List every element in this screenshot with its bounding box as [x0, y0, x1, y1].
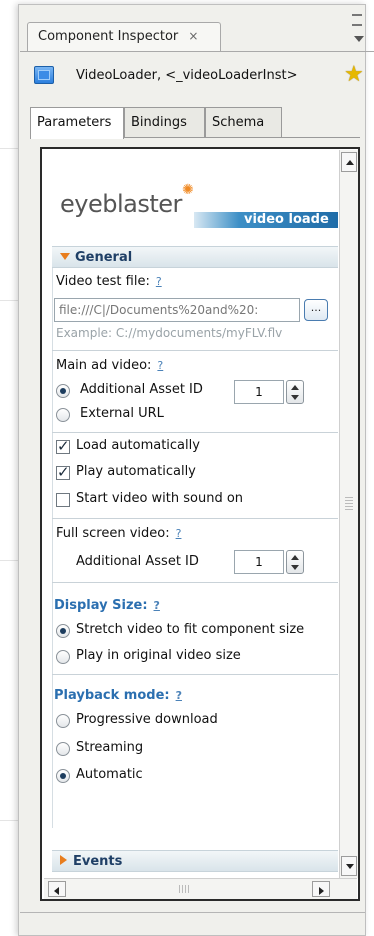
- radio-streaming[interactable]: [56, 742, 70, 756]
- radio-automatic[interactable]: [56, 769, 70, 783]
- checkbox-start-with-sound[interactable]: [56, 493, 70, 507]
- component-name: VideoLoader, <_videoLoaderInst>: [76, 68, 298, 83]
- divider: [52, 582, 338, 583]
- divider: [20, 912, 365, 913]
- help-link[interactable]: ?: [157, 359, 163, 372]
- help-link[interactable]: ?: [156, 275, 162, 288]
- logo-brand: eyeblaster: [60, 190, 182, 218]
- browse-button[interactable]: ...: [304, 299, 328, 321]
- tab-parameters[interactable]: Parameters: [30, 107, 124, 139]
- scroll-thumb-grip[interactable]: [179, 885, 189, 893]
- help-link[interactable]: ?: [154, 599, 160, 612]
- radio-progressive-download[interactable]: [56, 714, 70, 728]
- checkbox-label: Start video with sound on: [76, 491, 244, 506]
- main-ad-video-label: Main ad video:?: [56, 358, 164, 373]
- logo-star-icon: ✺: [182, 182, 194, 198]
- arrow-up-icon: [346, 160, 354, 165]
- main-asset-id-stepper[interactable]: [286, 380, 304, 404]
- logo-band-text: video loade: [244, 212, 329, 227]
- divider: [20, 51, 374, 52]
- scroll-down-button[interactable]: [341, 856, 357, 876]
- radio-label: Automatic: [76, 767, 143, 782]
- expand-arrow-icon: [60, 253, 70, 260]
- panel-tab-title: Component Inspector: [38, 29, 179, 44]
- section-events-header[interactable]: Events: [52, 850, 338, 872]
- tab-schema[interactable]: Schema: [205, 107, 282, 137]
- radio-main-additional-asset-id[interactable]: [56, 384, 70, 398]
- radio-original-size[interactable]: [56, 650, 70, 664]
- arrow-left-icon: [54, 887, 59, 895]
- vertical-scrollbar[interactable]: [339, 150, 358, 878]
- radio-main-external-url[interactable]: [56, 408, 70, 422]
- display-size-label: Display Size:?: [54, 598, 160, 613]
- scroll-right-button[interactable]: [312, 881, 330, 897]
- scroll-up-button[interactable]: [341, 152, 357, 172]
- radio-stretch-video[interactable]: [56, 624, 70, 638]
- main-asset-id-value[interactable]: 1: [234, 380, 284, 404]
- collapse-arrow-icon: [60, 855, 67, 865]
- scroll-thumb-grip[interactable]: [345, 497, 353, 511]
- checkbox-label: Play automatically: [76, 464, 196, 479]
- full-screen-video-label: Full screen video:?: [56, 526, 182, 541]
- panel-menu-icon[interactable]: [354, 36, 364, 42]
- radio-label: Progressive download: [76, 712, 218, 727]
- full-screen-asset-label: Additional Asset ID: [76, 554, 199, 569]
- checkbox-label: Load automatically: [76, 438, 200, 453]
- section-general-title: General: [75, 250, 133, 265]
- panel-tab-component-inspector[interactable]: Component Inspector ×: [27, 22, 221, 52]
- scroll-left-button[interactable]: [48, 881, 66, 897]
- section-events-title: Events: [73, 854, 123, 869]
- star-wizard-icon[interactable]: ★: [344, 62, 364, 87]
- radio-label: Streaming: [76, 740, 144, 755]
- horizontal-scrollbar[interactable]: [44, 878, 357, 899]
- checkbox-load-automatically[interactable]: [56, 437, 70, 455]
- help-link[interactable]: ?: [176, 689, 182, 702]
- video-test-file-label: Video test file:?: [56, 274, 162, 289]
- checkbox-play-automatically[interactable]: [56, 463, 70, 481]
- component-icon: [34, 66, 54, 84]
- parameters-content: eyeblaster ✺ video loade General Video t…: [44, 150, 338, 878]
- close-icon[interactable]: ×: [188, 29, 198, 43]
- video-test-file-input[interactable]: file:///C|/Documents%20and%20:: [54, 298, 300, 322]
- minimize-icon[interactable]: [352, 14, 362, 16]
- component-row: VideoLoader, <_videoLoaderInst> ★: [30, 58, 370, 94]
- divider: [52, 432, 338, 433]
- radio-label: Additional Asset ID: [80, 382, 203, 397]
- video-test-file-example: Example: C://mydocuments/myFLV.flv: [56, 326, 283, 340]
- divider: [52, 350, 338, 351]
- radio-label: Play in original video size: [76, 648, 241, 663]
- radio-label: Stretch video to fit component size: [76, 622, 305, 637]
- panel-window-controls[interactable]: [344, 2, 366, 42]
- section-general-header[interactable]: General: [52, 246, 338, 268]
- full-screen-asset-id-stepper[interactable]: [286, 550, 304, 574]
- arrow-right-icon: [319, 887, 324, 895]
- divider: [52, 674, 338, 675]
- full-screen-asset-id-value[interactable]: 1: [234, 550, 284, 574]
- radio-label: External URL: [80, 406, 164, 421]
- help-link[interactable]: ?: [176, 527, 182, 540]
- restore-icon[interactable]: [352, 24, 362, 26]
- arrow-down-icon: [346, 864, 354, 869]
- tab-bindings[interactable]: Bindings: [124, 107, 205, 137]
- divider: [52, 518, 338, 519]
- playback-mode-label: Playback mode:?: [54, 688, 182, 703]
- eyeblaster-logo: eyeblaster ✺ video loade: [44, 150, 338, 242]
